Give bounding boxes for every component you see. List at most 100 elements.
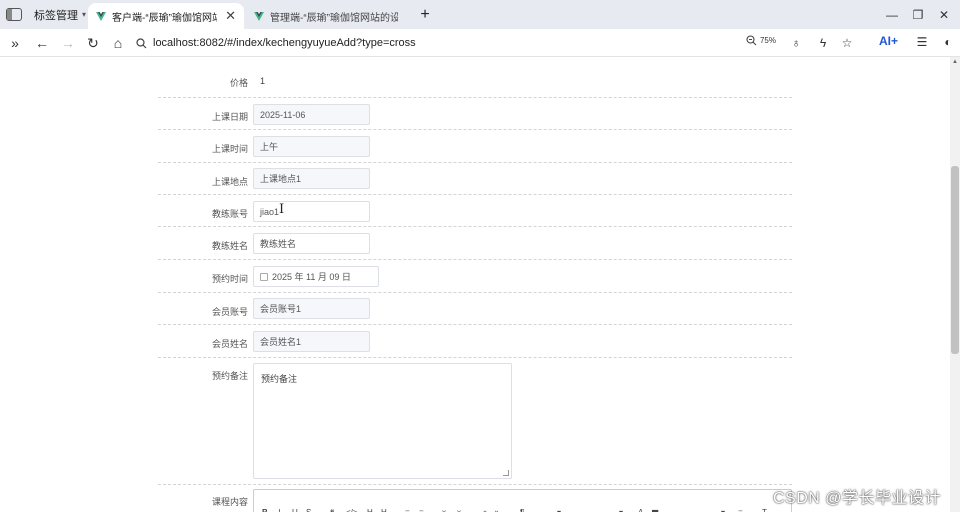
bolt-icon[interactable]: ϟ	[815, 35, 831, 51]
chevron-down-icon: ▾	[82, 10, 87, 19]
watermark: CSDN @学长毕业设计	[773, 490, 942, 507]
minimize-icon[interactable]: —	[882, 6, 902, 24]
field-label: 上课地点	[211, 177, 248, 187]
resize-handle-icon[interactable]	[503, 470, 509, 476]
align-icon[interactable]: ≡	[738, 508, 743, 512]
heading2-icon[interactable]: H	[381, 508, 387, 512]
class-location-field[interactable]: 上课地点1	[253, 168, 370, 189]
lightbulb-icon[interactable]: ♁	[788, 35, 804, 51]
restore-icon[interactable]: ❐	[908, 6, 928, 24]
outdent-icon[interactable]: ⇤	[495, 508, 502, 512]
highlight-icon[interactable]: ▆	[652, 508, 658, 512]
browser-tab-admin[interactable]: 管理端-“辰瑜”瑜伽馆网站的设	[246, 3, 406, 29]
field-label: 会员姓名	[211, 339, 248, 349]
code-icon[interactable]: </>	[346, 508, 358, 512]
tab-title: 管理端-“辰瑜”瑜伽馆网站的设	[270, 12, 398, 24]
extensions-icon[interactable]: ◐	[940, 34, 956, 50]
sidebar-toggle-icon[interactable]: »	[6, 34, 24, 52]
reload-icon[interactable]: ↻	[84, 34, 102, 52]
member-name-field[interactable]: 会员姓名1	[253, 331, 370, 352]
textarea-value: 预约备注	[261, 374, 298, 384]
zoom-icon	[746, 35, 757, 46]
back-icon[interactable]: ←	[33, 34, 51, 52]
zoom-level: 75%	[759, 36, 776, 45]
url-text: localhost:8082/#/index/kechengyuyueAdd?t…	[153, 37, 416, 49]
italic-icon[interactable]: I	[278, 508, 280, 512]
field-label: 教练账号	[211, 209, 248, 219]
list-bullet-icon[interactable]: ≡	[419, 508, 424, 512]
tab-sidebar-icon[interactable]	[6, 8, 22, 21]
price-value: 1	[260, 76, 266, 86]
dropdown-icon[interactable]: ▾	[619, 508, 623, 512]
search-icon	[136, 37, 147, 48]
heading-icon[interactable]: H	[367, 508, 373, 512]
class-date-field[interactable]: 2025-11-06	[253, 104, 370, 125]
field-label: 上课时间	[211, 144, 248, 154]
indent-icon[interactable]: ⇥	[480, 508, 487, 512]
tab-title: 客户端-“辰瑜”瑜伽馆网站的	[112, 12, 218, 24]
form-row-class-location: 上课地点 上课地点1	[158, 163, 792, 195]
scroll-up-icon[interactable]: ▲	[950, 57, 960, 67]
clear-format-icon[interactable]: T	[762, 508, 767, 512]
close-window-icon[interactable]: ✕	[934, 6, 954, 24]
field-value: 上课地点1	[260, 174, 302, 184]
bold-icon[interactable]: B	[262, 508, 268, 512]
form-row-price: 价格 1	[158, 66, 792, 98]
tab-group-button[interactable]: 标签管理 ▾	[28, 5, 92, 24]
member-account-field[interactable]: 会员账号1	[253, 298, 370, 319]
forward-icon[interactable]: →	[59, 34, 77, 52]
superscript-icon[interactable]: x	[457, 508, 461, 512]
direction-icon[interactable]: ¶	[520, 508, 524, 512]
coach-account-input[interactable]: jiao1	[253, 201, 370, 222]
underline-icon[interactable]: U	[292, 508, 298, 512]
scrollbar-thumb[interactable]	[951, 166, 959, 354]
booking-note-textarea[interactable]: 预约备注	[253, 363, 512, 479]
new-tab-button[interactable]: +	[416, 6, 434, 24]
vue-logo-icon	[254, 11, 264, 21]
font-color-icon[interactable]: A	[638, 508, 643, 512]
strike-icon[interactable]: S	[306, 508, 311, 512]
quote-icon[interactable]: ❝	[330, 508, 334, 512]
coach-name-input[interactable]: 教练姓名	[253, 233, 370, 254]
text-cursor-icon: I	[279, 202, 285, 217]
zoom-indicator[interactable]: 75%	[746, 35, 776, 46]
field-label: 会员账号	[211, 307, 248, 317]
browser-tab-bar: 标签管理 ▾ 客户端-“辰瑜”瑜伽馆网站的 ✕ 管理端-“辰瑜”瑜伽馆网站的设 …	[0, 0, 960, 29]
field-value: 会员账号1	[260, 304, 302, 314]
form-row-coach-name: 教练姓名 教练姓名	[158, 227, 792, 260]
ai-button[interactable]: AI+	[879, 34, 898, 48]
field-label: 预约时间	[211, 274, 248, 284]
form-row-class-date: 上课日期 2025-11-06	[158, 98, 792, 130]
rich-text-editor[interactable]: B I U S ❝ </> H H ≡ ≡ x x ⇥ ⇤ ¶ ▾ ▾ A ▆ …	[253, 489, 792, 512]
reading-list-icon[interactable]: ☰	[914, 34, 930, 50]
form-row-class-time: 上课时间 上午	[158, 130, 792, 163]
page-content: 价格 1 上课日期 2025-11-06 上课时间 上午 上课地点 上课地点1 …	[0, 57, 950, 512]
field-label: 教练姓名	[211, 241, 248, 251]
field-value: 教练姓名	[260, 239, 297, 249]
dropdown-icon[interactable]: ▾	[557, 508, 561, 512]
field-label: 课程内容	[211, 497, 248, 507]
home-icon[interactable]: ⌂	[109, 34, 127, 52]
field-value: jiao1	[260, 206, 280, 217]
calendar-icon	[260, 272, 268, 281]
field-value: 上午	[260, 142, 279, 152]
address-bar[interactable]: localhost:8082/#/index/kechengyuyueAdd?t…	[136, 32, 874, 54]
form-row-booking-note: 预约备注 预约备注	[158, 358, 792, 485]
close-icon[interactable]: ✕	[225, 8, 236, 24]
list-ordered-icon[interactable]: ≡	[405, 508, 410, 512]
class-time-field[interactable]: 上午	[253, 136, 370, 157]
form-row-coach-account: 教练账号 jiao1	[158, 195, 792, 227]
field-value: 2025-11-06	[260, 109, 306, 120]
favorite-star-icon[interactable]: ☆	[839, 35, 855, 51]
field-label: 价格	[229, 78, 248, 88]
subscript-icon[interactable]: x	[442, 508, 446, 512]
vue-logo-icon	[96, 11, 106, 21]
field-value: 会员姓名1	[260, 337, 302, 347]
form-row-member-account: 会员账号 会员账号1	[158, 293, 792, 325]
form-row-booking-time: 预约时间 2025 年 11 月 09 日	[158, 260, 792, 293]
dropdown-icon[interactable]: ▾	[721, 508, 725, 512]
booking-time-picker[interactable]: 2025 年 11 月 09 日	[253, 266, 379, 287]
browser-toolbar: » ← → ↻ ⌂ localhost:8082/#/index/kecheng…	[0, 29, 960, 57]
tab-group-label: 标签管理	[34, 9, 78, 22]
browser-tab-client[interactable]: 客户端-“辰瑜”瑜伽馆网站的 ✕	[88, 3, 244, 29]
